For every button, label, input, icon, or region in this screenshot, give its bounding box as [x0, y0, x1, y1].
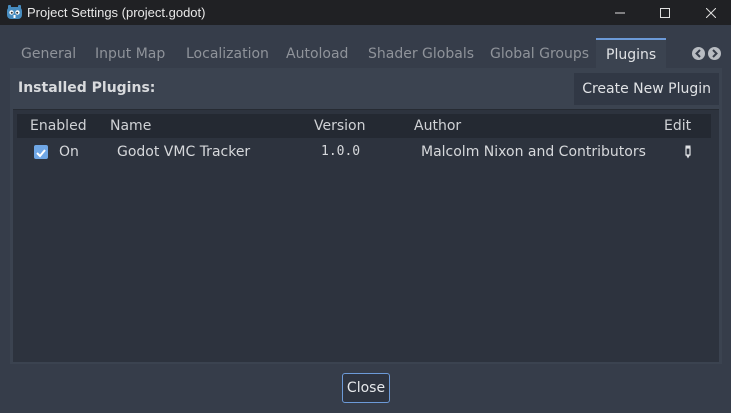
- godot-logo-icon: [7, 5, 22, 19]
- close-button[interactable]: Close: [342, 373, 390, 403]
- column-header-author[interactable]: Author: [414, 114, 461, 138]
- minimize-icon: [615, 12, 625, 13]
- installed-plugins-label: Installed Plugins:: [18, 80, 156, 96]
- create-new-plugin-button[interactable]: Create New Plugin: [574, 73, 719, 105]
- tab-plugins[interactable]: Plugins: [596, 38, 667, 68]
- tab-global-groups[interactable]: Global Groups: [490, 40, 589, 68]
- maximize-icon: [660, 7, 670, 18]
- column-header-edit[interactable]: Edit: [664, 114, 691, 138]
- tab-scroll-left-button[interactable]: [692, 47, 705, 60]
- title-bar: Project Settings (project.godot): [0, 0, 731, 25]
- tab-scroll-right-button[interactable]: [708, 47, 721, 60]
- column-header-version[interactable]: Version: [314, 114, 365, 138]
- chevron-right-icon: [712, 49, 718, 58]
- column-header-enabled[interactable]: Enabled: [30, 114, 87, 138]
- table-header: Enabled Name Version Author Edit: [17, 114, 711, 138]
- edit-icon[interactable]: [684, 145, 692, 159]
- maximize-button[interactable]: [642, 0, 688, 25]
- close-window-button[interactable]: [688, 0, 731, 25]
- plugins-panel: Installed Plugins: Create New Plugin Ena…: [10, 68, 722, 364]
- plugin-version: 1.0.0: [321, 144, 361, 159]
- tab-localization[interactable]: Localization: [186, 40, 269, 68]
- plugin-enabled-checkbox[interactable]: [34, 145, 48, 159]
- close-icon: [706, 7, 716, 18]
- plugin-name: Godot VMC Tracker: [117, 144, 251, 160]
- chevron-left-icon: [695, 49, 701, 58]
- tab-shader-globals[interactable]: Shader Globals: [368, 40, 474, 68]
- tab-input-map[interactable]: Input Map: [95, 40, 165, 68]
- window-title: Project Settings (project.godot): [27, 5, 206, 20]
- checkmark-icon: [36, 149, 46, 158]
- plugins-table: Enabled Name Version Author Edit On Godo…: [13, 109, 719, 362]
- tab-general[interactable]: General: [21, 40, 76, 68]
- plugin-author: Malcolm Nixon and Contributors: [421, 144, 646, 160]
- column-header-name[interactable]: Name: [110, 114, 151, 138]
- settings-tab-bar: General Input Map Localization Autoload …: [10, 38, 722, 68]
- table-row[interactable]: On Godot VMC Tracker 1.0.0 Malcolm Nixon…: [13, 140, 719, 164]
- minimize-button[interactable]: [597, 0, 643, 25]
- tab-autoload[interactable]: Autoload: [286, 40, 348, 68]
- plugin-enabled-label: On: [59, 144, 79, 160]
